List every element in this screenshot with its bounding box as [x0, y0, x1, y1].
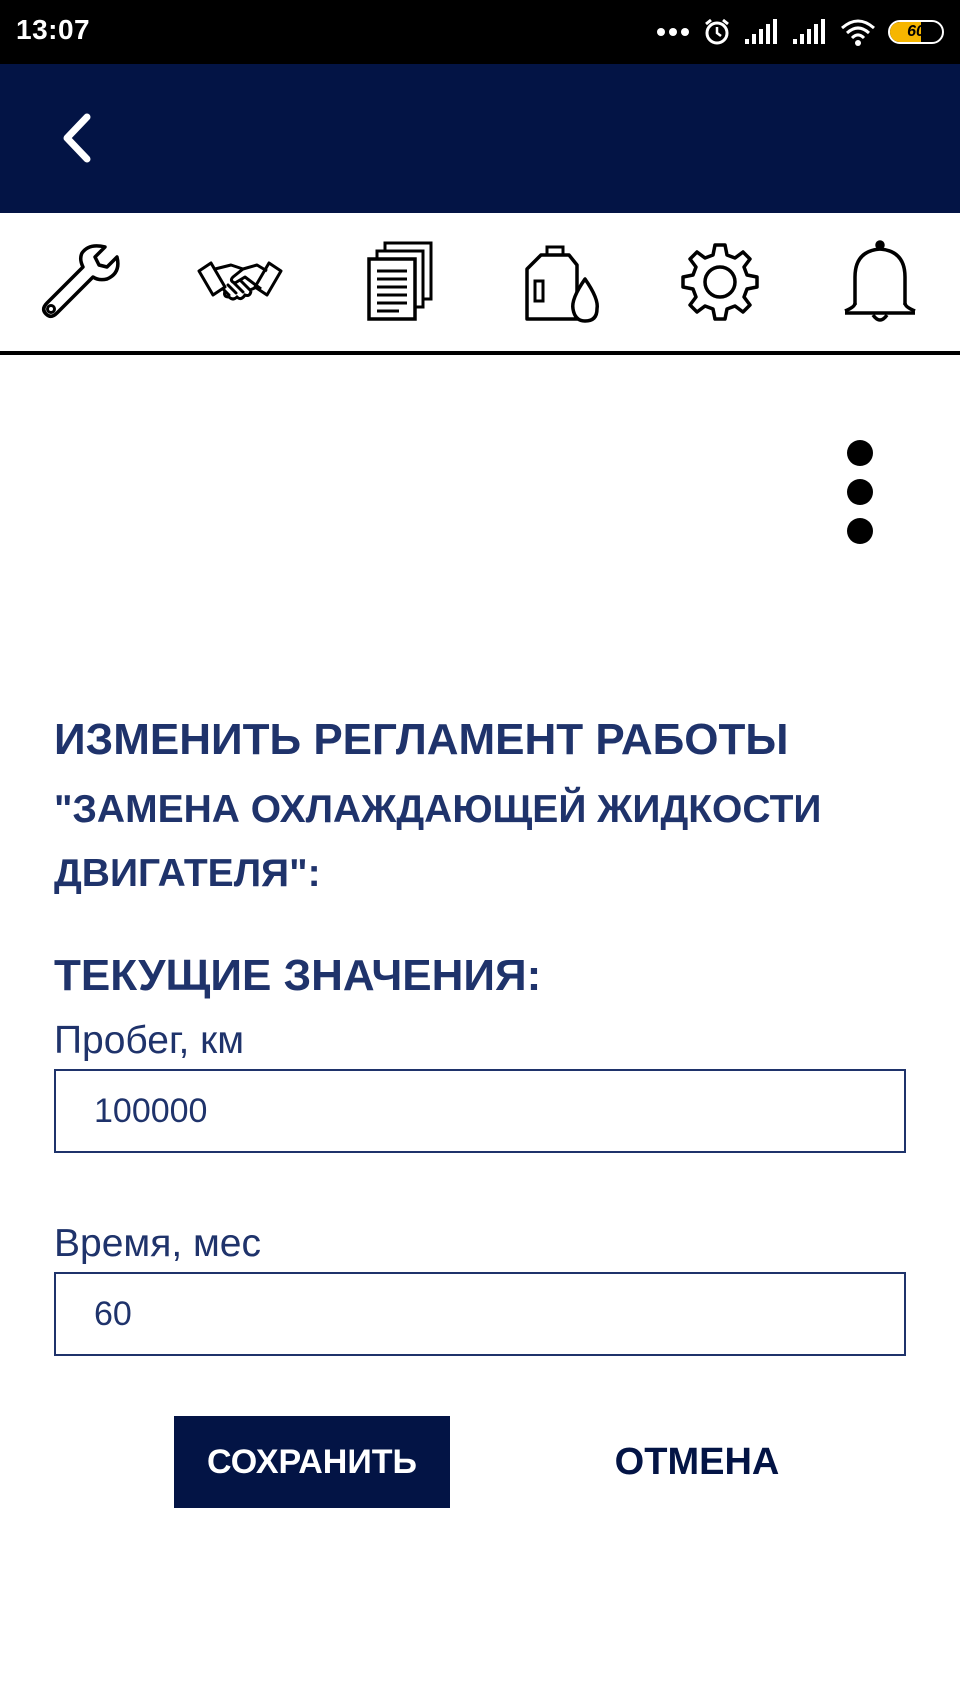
app-bar	[0, 64, 960, 213]
back-button[interactable]	[44, 98, 110, 178]
more-dots-icon	[656, 27, 690, 37]
chevron-left-icon	[63, 113, 91, 163]
handshake-icon	[197, 261, 283, 301]
dialog-title: ИЗМЕНИТЬ РЕГЛАМЕНТ РАБОТЫ	[54, 715, 789, 764]
status-time: 13:07	[16, 14, 91, 45]
dialog-subtitle: "ЗАМЕНА ОХЛАЖДАЮЩЕЙ ЖИДКОСТИ ДВИГАТЕЛЯ":	[54, 788, 822, 895]
wrench-icon	[42, 244, 120, 318]
battery-label: 60	[907, 23, 925, 40]
tab-settings[interactable]	[670, 237, 770, 327]
tab-documents[interactable]	[350, 237, 450, 327]
mileage-input[interactable]	[54, 1069, 906, 1153]
save-button[interactable]: СОХРАНИТЬ	[174, 1416, 450, 1508]
status-icons: 60	[656, 14, 944, 50]
tab-notifications[interactable]	[830, 237, 930, 327]
status-bar: 13:07 60	[0, 0, 960, 64]
current-values-heading: ТЕКУЩИЕ ЗНАЧЕНИЯ:	[54, 951, 542, 1000]
icon-tab-bar	[0, 213, 960, 355]
alarm-icon	[702, 17, 732, 47]
cancel-button[interactable]: ОТМЕНА	[574, 1416, 820, 1508]
more-options-button[interactable]	[836, 440, 884, 544]
oil-canister-icon	[525, 245, 599, 323]
battery-icon: 60	[888, 20, 944, 44]
tab-fluids[interactable]	[510, 237, 610, 327]
documents-icon	[367, 241, 433, 321]
mileage-label: Пробег, км	[54, 1019, 245, 1062]
tab-maintenance[interactable]	[30, 237, 130, 327]
bell-icon	[844, 240, 916, 322]
gear-icon	[681, 243, 759, 321]
tab-deals[interactable]	[190, 237, 290, 327]
signal-icon	[792, 19, 828, 45]
time-label: Время, мес	[54, 1222, 261, 1265]
more-dot	[847, 518, 873, 544]
more-dot	[847, 479, 873, 505]
time-input[interactable]	[54, 1272, 906, 1356]
wifi-icon	[840, 18, 876, 46]
more-dot	[847, 440, 873, 466]
signal-icon	[744, 19, 780, 45]
